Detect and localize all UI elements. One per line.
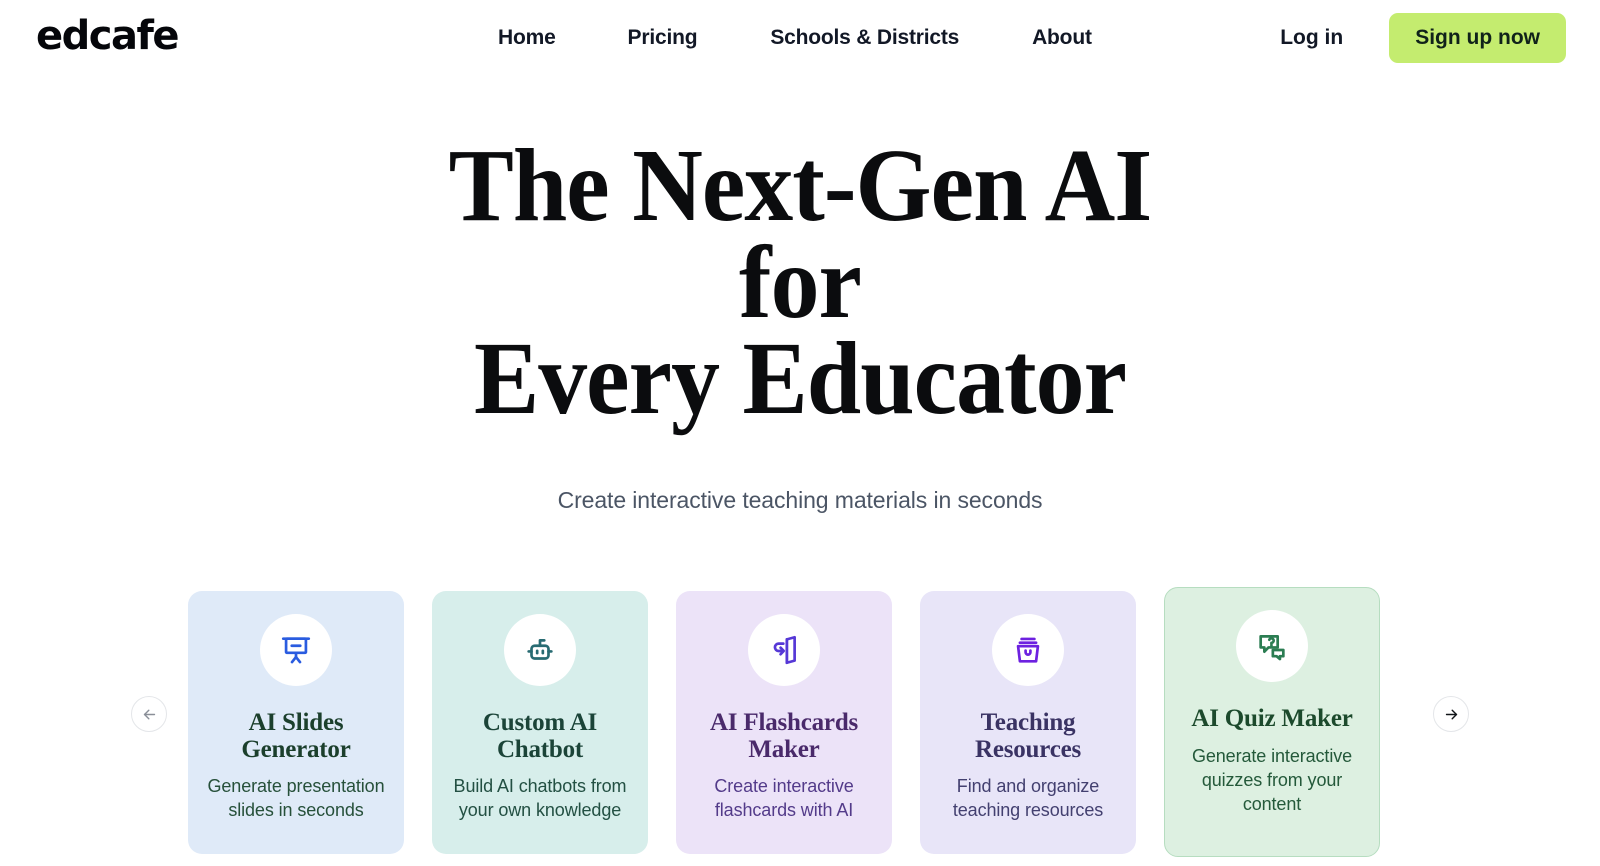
icon-circle xyxy=(1236,610,1308,683)
brand-logo[interactable]: edcafe xyxy=(36,16,180,56)
feature-card-title: AI Flashcards Maker xyxy=(709,709,859,763)
robot-icon xyxy=(527,639,553,661)
feature-carousel: AI Slides Generator Generate presentatio… xyxy=(0,587,1600,866)
feature-card-title: AI Quiz Maker xyxy=(1191,705,1353,733)
hero-title-line-1: The Next-Gen AI for xyxy=(448,128,1153,340)
icon-circle xyxy=(748,614,820,687)
feature-card-title: Teaching Resources xyxy=(974,709,1082,763)
presentation-board-icon xyxy=(281,637,311,664)
carousel-prev-button[interactable] xyxy=(131,696,167,733)
carousel-next-button[interactable] xyxy=(1433,696,1469,733)
feature-card-list: AI Slides Generator Generate presentatio… xyxy=(188,587,1380,858)
feature-card-custom-ai-chatbot[interactable]: Custom AI Chatbot Build AI chatbots from… xyxy=(432,591,648,855)
nav-item-about[interactable]: About xyxy=(1032,26,1092,50)
feature-card-title: AI Slides Generator xyxy=(241,709,351,763)
flashcards-icon xyxy=(773,636,796,665)
feature-card-ai-flashcards-maker[interactable]: AI Flashcards Maker Create interactive f… xyxy=(676,591,892,855)
hero-section: The Next-Gen AI for Every Educator Creat… xyxy=(0,134,1600,514)
icon-circle xyxy=(260,614,332,687)
feature-card-description: Build AI chatbots from your own knowledg… xyxy=(453,776,627,821)
nav-item-schools-districts[interactable]: Schools & Districts xyxy=(770,26,959,50)
feature-card-ai-slides-generator[interactable]: AI Slides Generator Generate presentatio… xyxy=(188,591,404,855)
icon-circle xyxy=(992,614,1064,687)
arrow-left-icon xyxy=(143,709,155,720)
feature-card-description: Create interactive flashcards with AI xyxy=(714,776,854,821)
archive-box-icon xyxy=(1016,637,1040,663)
quiz-chat-icon xyxy=(1259,635,1285,661)
nav-item-home[interactable]: Home xyxy=(498,26,556,50)
feature-card-description: Generate interactive quizzes from your c… xyxy=(1191,745,1353,814)
feature-card-ai-quiz-maker[interactable]: AI Quiz Maker Generate interactive quizz… xyxy=(1164,587,1380,858)
signup-button[interactable]: Sign up now xyxy=(1389,13,1566,63)
main-navigation: Home Pricing Schools & Districts About xyxy=(498,26,1092,50)
nav-item-pricing[interactable]: Pricing xyxy=(628,26,698,50)
hero-subtitle: Create interactive teaching materials in… xyxy=(557,487,1043,514)
hero-title-line-2: Every Educator xyxy=(473,321,1127,437)
feature-card-description: Generate presentation slides in seconds xyxy=(207,776,385,821)
feature-card-teaching-resources[interactable]: Teaching Resources Find and organize tea… xyxy=(920,591,1136,855)
feature-card-description: Find and organize teaching resources xyxy=(952,776,1104,821)
login-link[interactable]: Log in xyxy=(1280,26,1343,50)
page-title: The Next-Gen AI for Every Educator xyxy=(443,134,1157,431)
header-actions: Log in Sign up now xyxy=(1280,13,1566,63)
feature-card-title: Custom AI Chatbot xyxy=(482,709,598,763)
site-header: edcafe Home Pricing Schools & Districts … xyxy=(0,0,1600,80)
icon-circle xyxy=(504,614,576,687)
arrow-right-icon xyxy=(1445,709,1457,720)
